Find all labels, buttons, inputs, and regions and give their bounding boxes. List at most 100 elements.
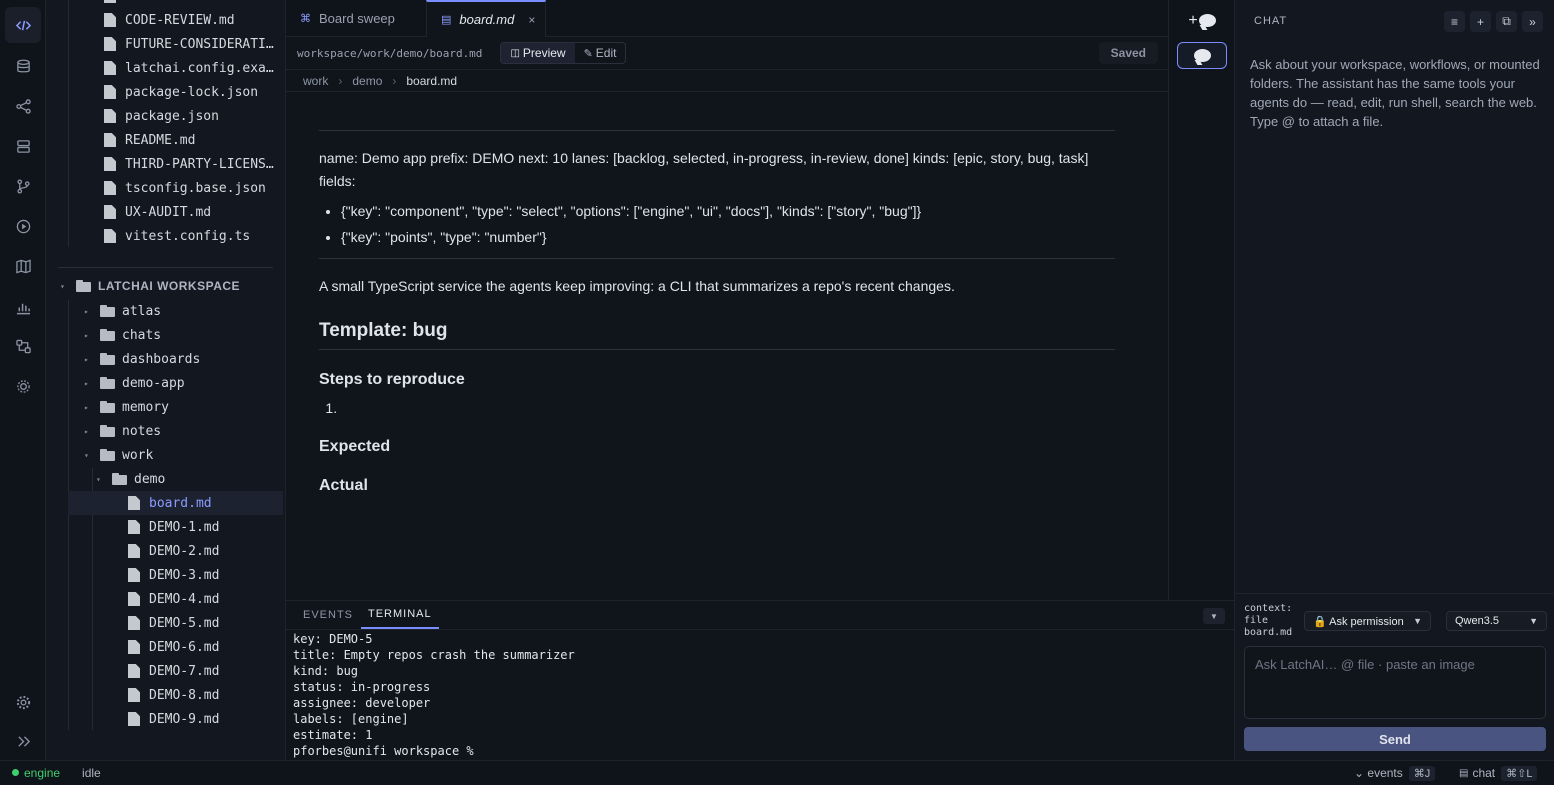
file-item[interactable]: UX-AUDIT.md: [104, 200, 278, 224]
chat-toggle-button[interactable]: [1177, 42, 1227, 69]
terminal-line: labels: [engine]: [293, 712, 409, 726]
code-icon[interactable]: [5, 7, 41, 43]
file-item[interactable]: package-lock.json: [104, 80, 278, 104]
tab-board-sweep[interactable]: ⌘ Board sweep: [286, 0, 426, 37]
folder-icon: [100, 449, 115, 461]
chevron-down-icon[interactable]: ▼: [1203, 608, 1225, 624]
close-icon[interactable]: ×: [528, 13, 535, 27]
edit-button[interactable]: ✎ Edit: [575, 43, 626, 63]
map-icon[interactable]: [5, 248, 41, 284]
chevron-down-icon: ▾: [84, 450, 89, 460]
file-item[interactable]: DEMO-6.md: [68, 635, 283, 659]
settings-icon[interactable]: [5, 684, 41, 720]
events-toggle[interactable]: ⌄ events ⌘J: [1354, 761, 1436, 785]
file-item[interactable]: THIRD-PARTY-LICENSES.md: [104, 152, 278, 176]
menu-icon[interactable]: ≡: [1444, 11, 1465, 32]
copy-icon[interactable]: ⧉: [1496, 11, 1517, 32]
new-chat-button[interactable]: +: [1177, 7, 1227, 34]
database-icon[interactable]: [5, 48, 41, 84]
workflow-icon[interactable]: [5, 328, 41, 364]
chat-title: CHAT: [1254, 15, 1288, 27]
command-icon: ⌘: [300, 13, 311, 25]
file-icon: [128, 688, 140, 702]
tab-events[interactable]: EVENTS: [303, 601, 353, 629]
tab-board-md[interactable]: ▤ board.md ×: [426, 0, 546, 37]
file-item[interactable]: DEMO-5.md: [68, 611, 283, 635]
file-explorer: CHANGELOG.md CODE-REVIEW.mdFUTURE-CONSID…: [46, 0, 286, 760]
saved-status: Saved: [1098, 42, 1158, 64]
file-item[interactable]: FUTURE-CONSIDERATIONS.md: [104, 32, 278, 56]
layers-icon[interactable]: [5, 128, 41, 164]
file-item[interactable]: DEMO-8.md: [68, 683, 283, 707]
chat-input[interactable]: Ask LatchAI… @ file · paste an image: [1244, 646, 1546, 719]
chart-icon[interactable]: [5, 289, 41, 325]
file-icon: ▤: [441, 14, 452, 26]
file-item[interactable]: CHANGELOG.md: [104, 0, 284, 8]
workspace-label: LATCHAI WORKSPACE: [98, 279, 241, 293]
expand-icon[interactable]: [5, 723, 41, 759]
file-item[interactable]: DEMO-4.md: [68, 587, 283, 611]
terminal-line: key: DEMO-5: [293, 632, 373, 646]
file-item[interactable]: vitest.config.ts: [104, 224, 278, 248]
folder-item-dashboards[interactable]: ▸ dashboards: [84, 347, 284, 371]
engine-status[interactable]: engine: [24, 766, 60, 780]
divider: [1235, 593, 1554, 594]
folder-item-chats[interactable]: ▸ chats: [84, 323, 284, 347]
shortcut-badge: ⌘⇧L: [1501, 765, 1538, 781]
send-button[interactable]: Send: [1244, 727, 1546, 751]
chevron-right-icon: ▸: [84, 378, 89, 388]
file-icon: [104, 0, 116, 3]
chevron-down-icon: ▾: [60, 281, 65, 291]
share-icon[interactable]: [5, 88, 41, 124]
folder-item-memory[interactable]: ▸ memory: [84, 395, 284, 419]
file-item[interactable]: latchai.config.example.json: [104, 56, 278, 80]
breadcrumb-current: board.md: [406, 73, 458, 88]
editor-area: ⌘ Board sweep ▤ board.md × workspace/wor…: [286, 0, 1168, 600]
list-item: [341, 397, 1115, 420]
folder-item-notes[interactable]: ▸ notes: [84, 419, 284, 443]
chat-hint: Ask about your workspace, workflows, or …: [1250, 57, 1540, 129]
file-icon: [128, 712, 140, 726]
folder-icon: [100, 377, 115, 389]
plus-icon[interactable]: +: [1470, 11, 1491, 32]
chip-icon[interactable]: [5, 368, 41, 404]
file-icon: [104, 13, 116, 27]
preview-icon: ◫: [510, 47, 520, 59]
file-item[interactable]: board.md: [68, 491, 283, 515]
file-item[interactable]: package.json: [104, 104, 278, 128]
file-item[interactable]: DEMO-2.md: [68, 539, 283, 563]
folder-item-demo-app[interactable]: ▸ demo-app: [84, 371, 284, 395]
preview-button[interactable]: ◫ Preview: [501, 43, 575, 63]
file-item[interactable]: DEMO-7.md: [68, 659, 283, 683]
tab-terminal[interactable]: TERMINAL: [361, 601, 439, 629]
file-icon: [104, 133, 116, 147]
breadcrumb-item[interactable]: work: [303, 74, 328, 88]
terminal-output[interactable]: key: DEMO-5 title: Empty repos crash the …: [293, 631, 575, 759]
folder-icon: [100, 401, 115, 413]
context-indicator: context: file board.md: [1244, 603, 1293, 638]
file-item[interactable]: DEMO-3.md: [68, 563, 283, 587]
breadcrumb-item[interactable]: demo: [352, 74, 382, 88]
chat-toggle[interactable]: ▤ chat ⌘⇧L: [1459, 761, 1538, 785]
status-bar: engine idle ⌄ events ⌘J ▤ chat ⌘⇧L: [0, 760, 1554, 784]
file-item[interactable]: DEMO-1.md: [68, 515, 283, 539]
steps-heading: Steps to reproduce: [319, 371, 465, 388]
template-heading: Template: bug: [319, 319, 1115, 350]
file-icon: [104, 85, 116, 99]
chevron-right-icon: ▸: [84, 330, 89, 340]
file-item[interactable]: CODE-REVIEW.md: [104, 8, 278, 32]
model-select[interactable]: Qwen3.5 ▼: [1446, 611, 1547, 631]
file-item[interactable]: tsconfig.base.json: [104, 176, 278, 200]
folder-item-work[interactable]: ▾ work: [84, 443, 284, 467]
folder-icon: [100, 353, 115, 365]
collapse-icon[interactable]: »: [1522, 11, 1543, 32]
folder-item-demo[interactable]: ▾ demo: [96, 467, 285, 491]
git-branch-icon[interactable]: [5, 168, 41, 204]
permission-select[interactable]: 🔒 Ask permission ▼: [1304, 611, 1431, 631]
folder-item-atlas[interactable]: ▸ atlas: [84, 299, 284, 323]
file-item[interactable]: README.md: [104, 128, 278, 152]
workspace-section-header[interactable]: ▾ LATCHAI WORKSPACE: [60, 274, 280, 298]
play-icon[interactable]: [5, 208, 41, 244]
file-item[interactable]: DEMO-9.md: [68, 707, 283, 731]
file-icon: [128, 616, 140, 630]
